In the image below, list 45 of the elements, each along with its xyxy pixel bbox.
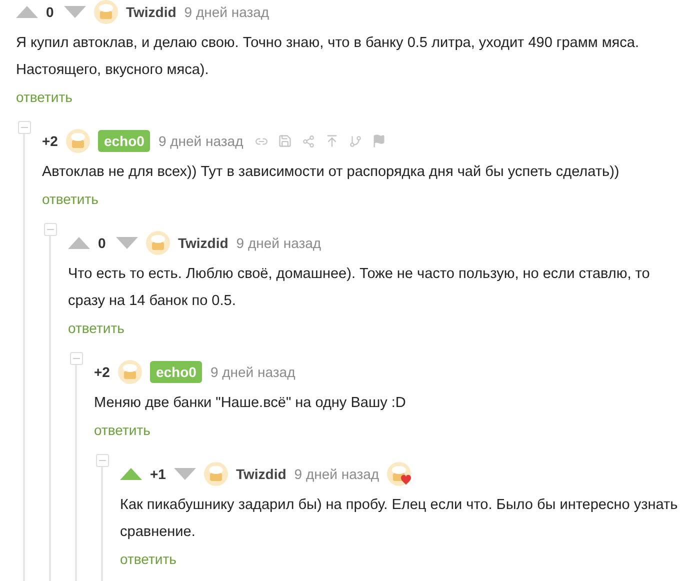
share-icon[interactable]	[302, 134, 316, 148]
flag-icon[interactable]	[372, 134, 386, 148]
collapse-toggle[interactable]	[18, 121, 31, 134]
avatar-icon[interactable]	[146, 231, 170, 255]
comment-time: 9 дней назад	[294, 466, 380, 482]
comment-text: Как пикабушнику задарил бы) на пробу. Елец если что. Было бы интересно узнать сравнение.	[120, 496, 679, 542]
comment-text: Меняю две банки "Наше.всё" на одну Вашу :D	[94, 394, 407, 413]
comment-text: Я купил автоклав, и делаю свою. Точно знаю, что в банку 0.5 литра, уходит 490 грамм мяса. Настоящего, вкусного мяса).	[16, 34, 640, 80]
reply-link[interactable]: ответить	[68, 319, 124, 337]
branch-icon[interactable]	[349, 134, 362, 148]
rating-score: +2	[42, 133, 58, 149]
collapse-toggle[interactable]	[70, 352, 83, 365]
comment-text: Что есть то есть. Люблю своё, домашнее). Тоже не часто пользую, но если ставлю, то сразу на 14 банок по 0.5.	[68, 265, 651, 311]
author-name[interactable]: Twizdid	[178, 235, 228, 251]
reply-link[interactable]: ответить	[42, 190, 98, 208]
comment-text: Автоклав не для всех)) Тут в зависимости от распорядка дня чай бы успеть сделать))	[42, 163, 620, 182]
save-icon[interactable]	[278, 134, 292, 148]
comment-time: 9 дней назад	[158, 133, 244, 149]
author-badge[interactable]: echo0	[98, 130, 150, 152]
upvote-icon[interactable]	[120, 468, 142, 480]
rating-score: +1	[150, 466, 166, 482]
reply-link[interactable]: ответить	[120, 550, 176, 568]
reply-link[interactable]: ответить	[94, 421, 150, 439]
avatar-icon[interactable]	[94, 0, 118, 24]
reply-link[interactable]: ответить	[16, 88, 72, 106]
author-name[interactable]: Twizdid	[236, 466, 286, 482]
downvote-icon[interactable]	[64, 6, 86, 18]
comment-time: 9 дней назад	[236, 235, 322, 251]
downvote-icon[interactable]	[174, 468, 196, 480]
scroll-top-icon[interactable]	[325, 134, 340, 148]
author-name[interactable]: Twizdid	[126, 4, 176, 20]
collapse-toggle[interactable]	[96, 454, 109, 467]
collapse-toggle[interactable]	[44, 223, 57, 236]
upvote-icon[interactable]	[68, 237, 90, 249]
avatar-icon[interactable]	[204, 462, 228, 486]
upvote-icon[interactable]	[16, 6, 38, 18]
comment-time: 9 дней назад	[210, 364, 296, 380]
author-badge[interactable]: echo0	[150, 361, 202, 383]
rating-score: +2	[94, 364, 110, 380]
avatar-icon[interactable]	[118, 360, 142, 384]
avatar-icon[interactable]	[66, 129, 90, 153]
downvote-icon[interactable]	[116, 237, 138, 249]
rating-score: 0	[98, 235, 107, 251]
rating-score: 0	[46, 4, 55, 20]
comment-time: 9 дней назад	[184, 4, 270, 20]
